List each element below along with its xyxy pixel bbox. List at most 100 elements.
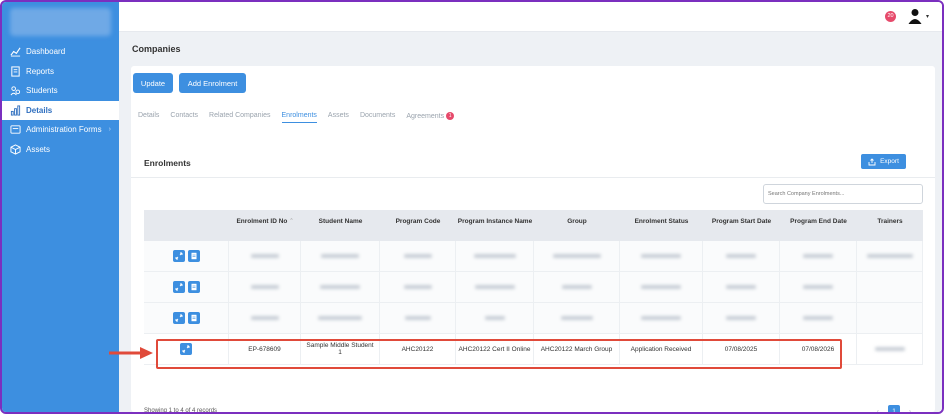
- blurred-cell: [780, 303, 857, 333]
- column-header-enrolment-status[interactable]: Enrolment Status: [620, 210, 703, 241]
- enrolments-table: Enrolment ID No ⌃ Student Name Program Co…: [144, 210, 923, 365]
- sidebar-item-label: Dashboard: [26, 47, 66, 56]
- caret-down-icon[interactable]: ▾: [926, 13, 929, 20]
- tab-bar: Details Contacts Related Companies Enrol…: [138, 112, 465, 123]
- blurred-cell: [229, 241, 301, 271]
- row-actions: [144, 334, 229, 364]
- column-header-actions: [144, 210, 229, 241]
- next-page-icon[interactable]: ›: [904, 405, 916, 413]
- blurred-cell: [229, 272, 301, 302]
- column-header-program-instance-name[interactable]: Program Instance Name: [456, 210, 534, 241]
- report-icon: [11, 65, 20, 77]
- sidebar-item-details[interactable]: Details: [2, 100, 119, 120]
- program-instance-name-cell: AHC20122 Cert II Online: [456, 334, 534, 364]
- blurred-cell: [301, 272, 380, 302]
- blurred-cell: [620, 272, 703, 302]
- expand-icon[interactable]: [172, 250, 185, 262]
- blurred-cell: [456, 272, 534, 302]
- sidebar-nav: Dashboard Reports Students Details Admin…: [2, 42, 119, 159]
- students-icon: [10, 86, 21, 96]
- notification-badge[interactable]: 20: [885, 11, 896, 22]
- document-icon[interactable]: [187, 312, 200, 324]
- blurred-cell: [857, 334, 923, 364]
- page-button-current[interactable]: 1: [888, 405, 900, 412]
- agreements-count-badge: 1: [446, 112, 455, 120]
- user-avatar-icon[interactable]: [908, 8, 922, 24]
- column-header-group[interactable]: Group: [534, 210, 620, 241]
- box-icon: [10, 143, 21, 155]
- tab-enrolments[interactable]: Enrolments: [281, 112, 317, 123]
- expand-icon[interactable]: [172, 281, 185, 293]
- group-cell: AHC20122 March Group: [534, 334, 620, 364]
- page-title: Companies: [132, 44, 181, 54]
- tab-details[interactable]: Details: [138, 112, 159, 123]
- program-code-cell: AHC20122: [380, 334, 456, 364]
- expand-icon[interactable]: [172, 312, 185, 324]
- blurred-cell: [380, 303, 456, 333]
- student-name-cell: Sample Middle Student 1: [301, 334, 380, 364]
- blurred-cell: [780, 272, 857, 302]
- sidebar-item-students[interactable]: Students: [2, 81, 119, 100]
- export-label: Export: [880, 158, 899, 165]
- sidebar-item-reports[interactable]: Reports: [2, 62, 119, 81]
- table-row: [144, 303, 923, 334]
- tab-documents[interactable]: Documents: [360, 112, 395, 123]
- divider: [131, 177, 935, 178]
- document-icon[interactable]: [187, 281, 200, 293]
- blurred-cell: [456, 303, 534, 333]
- sidebar: Dashboard Reports Students Details Admin…: [2, 2, 119, 412]
- column-header-program-end-date[interactable]: Program End Date: [780, 210, 857, 241]
- column-header-enrolment-id[interactable]: Enrolment ID No ⌃: [229, 210, 301, 241]
- add-enrolment-button[interactable]: Add Enrolment: [179, 73, 246, 93]
- document-icon[interactable]: [187, 250, 200, 262]
- records-summary: Showing 1 to 4 of 4 records: [144, 408, 218, 414]
- enrolment-status-cell: Application Received: [620, 334, 703, 364]
- export-button[interactable]: Export: [861, 154, 906, 169]
- forms-icon: [10, 125, 21, 134]
- sidebar-item-dashboard[interactable]: Dashboard: [2, 42, 119, 61]
- sidebar-item-label: Reports: [26, 66, 55, 76]
- table-row: [144, 272, 923, 303]
- sort-icon: ⌃: [289, 218, 294, 224]
- pagination: ‹ 1 ›: [872, 405, 916, 413]
- column-header-label: Enrolment ID No: [236, 218, 288, 225]
- row-actions: [144, 303, 229, 333]
- sidebar-item-administration-forms[interactable]: Administration Forms ›: [2, 120, 119, 139]
- blurred-cell: [534, 241, 620, 271]
- enrolments-card: Enrolments Export Enrolment ID No⌃ Stude…: [131, 146, 935, 412]
- update-button[interactable]: Update: [133, 73, 173, 93]
- column-header-program-code[interactable]: Program Code: [380, 210, 456, 241]
- column-header-program-start-date[interactable]: Program Start Date: [703, 210, 780, 241]
- blurred-cell: [380, 272, 456, 302]
- blurred-cell: [456, 241, 534, 271]
- top-bar: 20 ▾: [119, 2, 942, 32]
- table-header: Enrolment ID No ⌃ Student Name Program Co…: [144, 210, 923, 241]
- row-actions: [144, 241, 229, 271]
- start-date-cell: 07/08/2025: [703, 334, 780, 364]
- blurred-cell: [703, 303, 780, 333]
- previous-page-icon[interactable]: ‹: [872, 405, 884, 413]
- sidebar-item-label: Assets: [26, 144, 51, 154]
- sidebar-item-assets[interactable]: Assets: [2, 140, 119, 159]
- blurred-cell: [534, 272, 620, 302]
- blurred-cell: [620, 241, 703, 271]
- tab-agreements[interactable]: Agreements 1: [406, 112, 455, 123]
- tab-related-companies[interactable]: Related Companies: [209, 112, 270, 123]
- blurred-cell: [703, 241, 780, 271]
- table-row-highlighted[interactable]: EP-678609 Sample Middle Student 1 AHC201…: [144, 334, 923, 365]
- tab-assets[interactable]: Assets: [328, 112, 349, 123]
- enrolments-title: Enrolments: [144, 158, 191, 168]
- column-header-trainers[interactable]: Trainers: [857, 210, 923, 241]
- search-input[interactable]: [763, 184, 923, 204]
- sidebar-item-label: Students: [26, 86, 58, 95]
- blurred-cell: [703, 272, 780, 302]
- blurred-cell: [301, 241, 380, 271]
- blurred-cell: [301, 303, 380, 333]
- table-row: [144, 241, 923, 272]
- tab-contacts[interactable]: Contacts: [170, 112, 198, 123]
- row-actions: [144, 272, 229, 302]
- blurred-cell: [534, 303, 620, 333]
- expand-icon[interactable]: [180, 343, 192, 355]
- column-header-student-name[interactable]: Student Name: [301, 210, 380, 241]
- chevron-right-icon: ›: [108, 126, 111, 133]
